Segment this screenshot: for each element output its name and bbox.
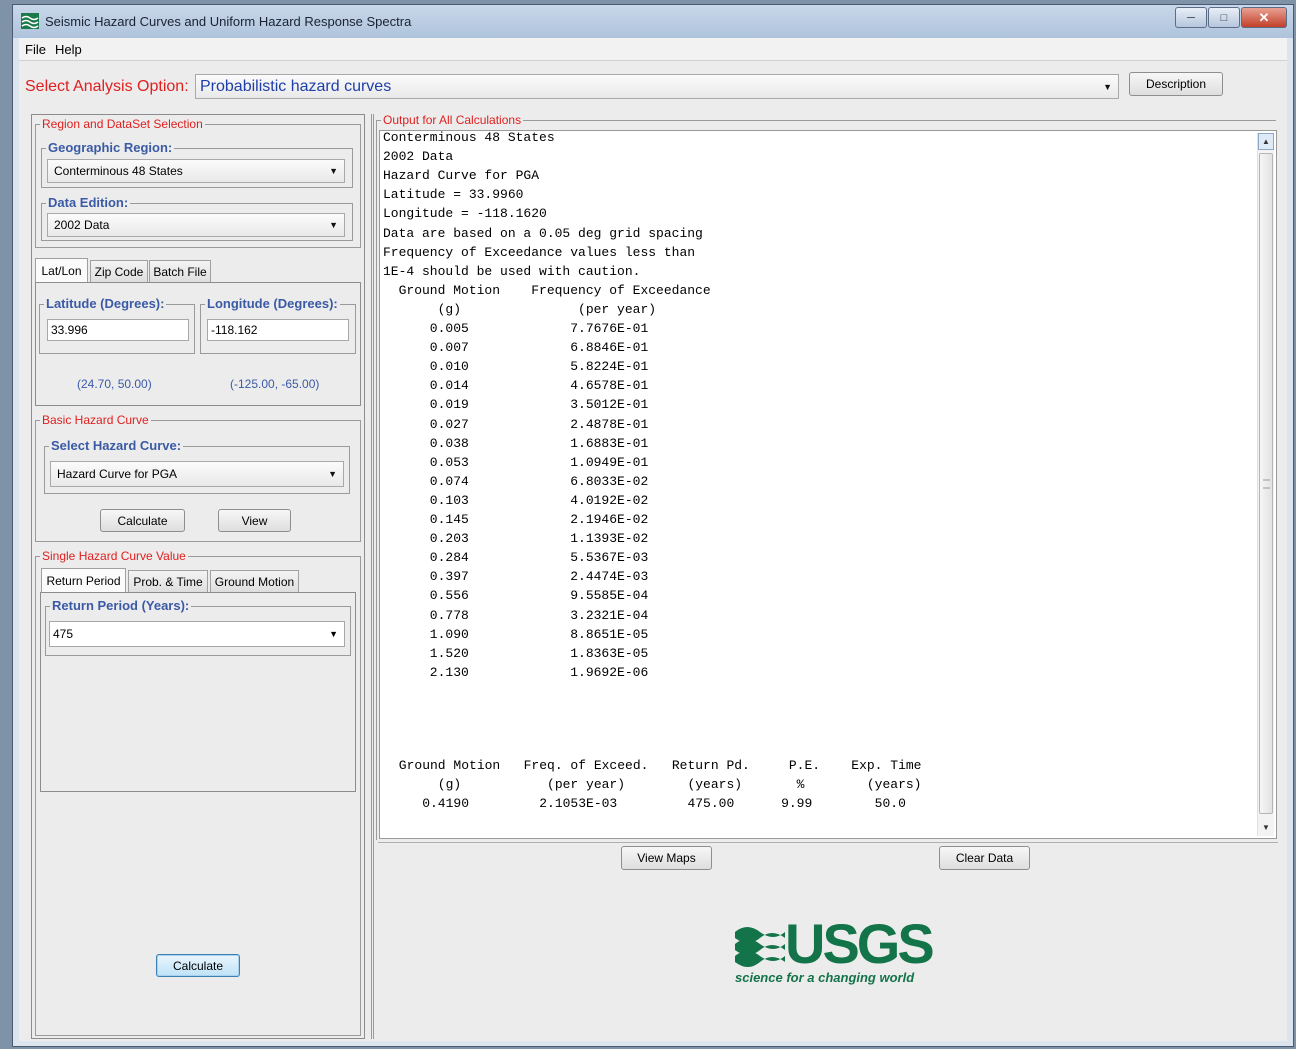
usgs-tagline: science for a changing world [735,970,915,985]
longitude-value: -118.162 [211,323,258,337]
output-line: 0.019 3.5012E-01 [383,397,649,413]
data-edition-value: 2002 Data [54,218,110,232]
output-line: Frequency of Exceedance values less than [383,244,696,260]
summary-line: Ground Motion Freq. of Exceed. Return Pd… [391,758,922,773]
data-edition-label: Data Edition: [46,195,131,211]
output-line: 1.520 1.8363E-05 [383,645,649,661]
output-line: 0.556 9.5585E-04 [383,588,649,604]
maximize-icon[interactable]: □ [1208,7,1240,28]
summary-line: (g) (per year) (years) % (years) [391,777,922,793]
tab-batch-file[interactable]: Batch File [149,260,211,282]
scroll-down-icon[interactable]: ▼ [1258,819,1274,836]
output-line: 2.130 1.9692E-06 [383,664,649,680]
latitude-input[interactable]: 33.996 [47,319,189,341]
minimize-icon[interactable]: ─ [1175,7,1207,28]
longitude-input[interactable]: -118.162 [207,319,349,341]
output-line: 0.203 1.1393E-02 [383,531,649,547]
usgs-wave-icon [735,927,785,967]
output-line: 0.007 6.8846E-01 [383,340,649,356]
output-line: 0.397 2.4474E-03 [383,569,649,585]
output-line: 1E-4 should be used with caution. [383,263,641,279]
output-line: Data are based on a 0.05 deg grid spacin… [383,225,703,241]
latitude-value: 33.996 [51,323,88,337]
longitude-range: (-125.00, -65.00) [230,377,320,391]
output-line: 0.778 3.2321E-04 [383,607,649,623]
vertical-scrollbar[interactable]: ▲ ▼ [1257,133,1274,836]
client-area: File Help Select Analysis Option: Probab… [19,38,1287,1041]
output-line: 0.010 5.8224E-01 [383,359,649,375]
chevron-down-icon: ▼ [329,166,338,176]
output-line: 0.284 5.5367E-03 [383,550,649,566]
longitude-label: Longitude (Degrees): [205,296,340,312]
latitude-label: Latitude (Degrees): [44,296,167,312]
single-value-label: Single Hazard Curve Value [40,548,188,564]
analysis-option-select[interactable]: Probabilistic hazard curves ▼ [195,74,1119,99]
view-maps-button[interactable]: View Maps [621,846,712,870]
region-group-label: Region and DataSet Selection [40,116,205,132]
geo-region-value: Conterminous 48 States [54,164,183,178]
analysis-option-label: Select Analysis Option: [25,78,189,95]
tab-return-period[interactable]: Return Period [41,568,126,592]
menu-bar: File Help [19,38,1287,61]
chevron-down-icon: ▼ [329,220,338,230]
output-line: 0.014 4.6578E-01 [383,378,649,394]
output-line: 0.027 2.4878E-01 [383,416,649,432]
title-bar: Seismic Hazard Curves and Uniform Hazard… [13,5,1293,38]
output-line: Hazard Curve for PGA [383,168,540,184]
scroll-up-icon[interactable]: ▲ [1258,133,1274,150]
output-line: 0.145 2.1946E-02 [383,512,649,527]
output-line: Ground Motion Frequency of Exceedance [383,282,711,298]
output-line: 0.038 1.6883E-01 [383,435,649,451]
description-button[interactable]: Description [1129,72,1223,96]
output-line: 1.090 8.8651E-05 [383,626,649,642]
window-title: Seismic Hazard Curves and Uniform Hazard… [45,14,412,29]
menu-help[interactable]: Help [55,42,82,57]
splitter[interactable] [371,114,374,1039]
output-line: 0.074 6.8033E-02 [383,473,649,489]
output-line: 0.053 1.0949E-01 [383,454,649,470]
close-icon[interactable]: ✕ [1241,7,1287,28]
clear-data-button[interactable]: Clear Data [939,846,1030,870]
geo-region-select[interactable]: Conterminous 48 States ▼ [47,159,345,183]
tab-ground-motion[interactable]: Ground Motion [210,570,299,592]
output-line: Longitude = -118.1620 [383,206,547,222]
output-line: 0.103 4.0192E-02 [383,492,649,508]
usgs-logo-text: USGS [785,912,935,975]
hazard-curve-value: Hazard Curve for PGA [57,467,178,481]
return-period-value: 475 [53,627,74,641]
chevron-down-icon: ▼ [328,469,337,479]
chevron-down-icon: ▼ [329,629,338,639]
app-window: Seismic Hazard Curves and Uniform Hazard… [12,4,1294,1047]
tab-prob-time[interactable]: Prob. & Time [128,570,208,592]
geo-region-label: Geographic Region: [46,140,175,156]
output-line: 0.005 7.7676E-01 [383,321,649,336]
scroll-thumb[interactable] [1259,153,1273,814]
return-period-select[interactable]: 475 ▼ [49,621,345,647]
basic-calculate-button[interactable]: Calculate [100,509,185,532]
menu-file[interactable]: File [25,42,46,57]
basic-hazard-label: Basic Hazard Curve [40,412,151,428]
single-calculate-button[interactable]: Calculate [156,954,240,977]
select-curve-label: Select Hazard Curve: [49,438,184,454]
hazard-curve-select[interactable]: Hazard Curve for PGA ▼ [50,461,344,487]
usgs-logo: USGS science for a changing world [735,914,935,998]
latitude-range: (24.70, 50.00) [77,377,152,391]
output-line: Latitude = 33.9960 [383,187,524,203]
usgs-app-icon [21,13,39,29]
output-line: Conterminous 48 States [383,130,555,145]
analysis-option-value: Probabilistic hazard curves [200,77,392,95]
output-text-area[interactable]: Conterminous 48 States 2002 Data Hazard Cu… [379,130,1277,839]
tab-lat-lon[interactable]: Lat/Lon [35,258,88,282]
output-line: (g) (per year) [383,301,657,317]
data-edition-select[interactable]: 2002 Data ▼ [47,213,345,237]
return-period-label: Return Period (Years): [50,598,192,614]
output-line: 2002 Data [383,149,454,165]
summary-line: 0.4190 2.1053E-03 475.00 9.99 50.0 [391,796,906,812]
chevron-down-icon: ▼ [1103,81,1112,92]
view-button[interactable]: View [218,509,291,532]
output-group-label: Output for All Calculations [381,112,524,128]
tab-zip-code[interactable]: Zip Code [90,260,148,282]
